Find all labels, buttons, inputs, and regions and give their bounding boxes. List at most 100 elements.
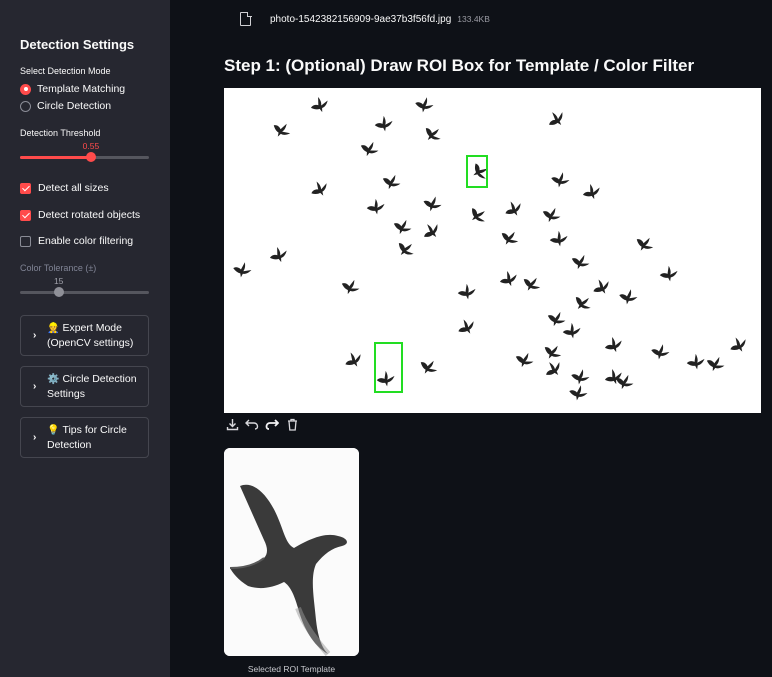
undo-icon[interactable] <box>244 417 260 431</box>
radio-label: Circle Detection <box>37 100 112 112</box>
radio-circle-detection[interactable]: Circle Detection <box>20 99 111 113</box>
worker-icon: 👷 <box>47 322 60 334</box>
checkbox-detect-all-sizes[interactable]: Detect all sizes <box>20 181 109 195</box>
bird-silhouette <box>545 308 568 330</box>
checkbox-label: Detect rotated objects <box>38 209 141 221</box>
tolerance-label: Color Tolerance (±) <box>20 263 97 273</box>
bird-silhouette <box>501 197 526 221</box>
bird-silhouette <box>454 315 479 339</box>
bird-silhouette <box>358 138 381 160</box>
page-title: Step 1: (Optional) Draw ROI Box for Temp… <box>224 56 695 75</box>
bird-silhouette <box>726 333 751 357</box>
roi-template-image <box>224 448 359 656</box>
threshold-slider[interactable] <box>20 152 149 162</box>
bird-silhouette <box>549 170 571 189</box>
bird-silhouette <box>497 268 520 290</box>
bird-silhouette <box>602 334 625 356</box>
bird-silhouette <box>413 95 435 114</box>
bird-silhouette <box>569 367 591 386</box>
bird-silhouette <box>497 226 522 250</box>
bird-silhouette <box>513 349 536 371</box>
flock-of-birds <box>231 94 751 402</box>
bird-silhouette <box>421 193 444 214</box>
expander-title: Circle Detection <box>62 372 137 385</box>
bird-silhouette <box>420 122 445 146</box>
expander-title: Expert Mode <box>62 321 122 334</box>
bird-silhouette <box>339 276 362 298</box>
bird-silhouette <box>269 118 294 142</box>
bird-silhouette <box>456 282 478 301</box>
file-icon <box>240 11 252 26</box>
bird-silhouette <box>375 369 397 388</box>
checkbox-checked-icon <box>20 182 31 194</box>
sidebar-title: Detection Settings <box>20 37 135 52</box>
bird-silhouette <box>231 260 253 279</box>
bird-silhouette <box>649 342 671 361</box>
bird-photo <box>231 94 751 402</box>
bird-silhouette <box>267 244 290 266</box>
bird-silhouette <box>419 219 444 243</box>
tolerance-slider[interactable] <box>20 287 149 297</box>
bird-silhouette <box>548 229 570 248</box>
expander-subtitle: (OpenCV settings) <box>47 336 134 349</box>
slider-fill <box>20 156 91 159</box>
bird-silhouette <box>632 232 657 256</box>
file-size: 133.4KB <box>457 14 490 24</box>
bird-silhouette <box>307 177 332 201</box>
expander-circle-settings[interactable]: › ⚙️ Circle Detection Settings <box>20 366 149 407</box>
bird-silhouette <box>308 94 331 116</box>
roi-template-caption: Selected ROI Template <box>247 664 336 674</box>
threshold-value: 0.55 <box>82 141 100 151</box>
canvas-toolbar <box>224 417 300 431</box>
bird-silhouette <box>466 203 490 228</box>
expander-circle-tips[interactable]: › 💡 Tips for Circle Detection <box>20 417 149 458</box>
bird-silhouette <box>580 181 603 203</box>
expander-subtitle: Detection <box>47 438 92 451</box>
checkbox-color-filtering[interactable]: Enable color filtering <box>20 234 133 248</box>
checkbox-label: Enable color filtering <box>38 235 134 247</box>
radio-unselected-icon <box>20 100 31 112</box>
download-icon[interactable] <box>224 417 240 431</box>
bird-silhouette <box>341 348 366 372</box>
gear-icon: ⚙️ <box>47 373 60 385</box>
bird-silhouette <box>613 371 636 393</box>
roi-drawing-canvas[interactable] <box>224 88 761 413</box>
bird-silhouette <box>380 171 403 193</box>
bird-silhouette <box>365 197 387 216</box>
checkbox-checked-icon <box>20 209 31 221</box>
checkbox-detect-rotated[interactable]: Detect rotated objects <box>20 208 140 222</box>
mode-label: Select Detection Mode <box>20 66 111 76</box>
uploaded-file-row: photo-1542382156909-9ae37b3f56fd.jpg 133… <box>240 11 490 26</box>
tolerance-value: 15 <box>53 276 64 286</box>
expander-subtitle: Settings <box>47 387 85 400</box>
roi-box[interactable] <box>374 342 403 393</box>
bird-silhouette <box>561 321 583 340</box>
bird-silhouette <box>540 340 565 364</box>
pigeon-template <box>224 448 359 656</box>
bird-silhouette <box>540 204 563 226</box>
expander-title: Tips for Circle <box>62 423 127 436</box>
lightbulb-icon: 💡 <box>47 424 60 436</box>
trash-icon[interactable] <box>284 417 300 431</box>
bird-silhouette <box>393 237 418 261</box>
bird-silhouette <box>519 272 544 296</box>
slider-thumb[interactable] <box>85 152 96 162</box>
bird-silhouette <box>589 275 614 299</box>
bird-silhouette <box>468 159 492 184</box>
bird-silhouette <box>391 216 414 238</box>
bird-silhouette <box>567 383 589 402</box>
slider-thumb[interactable] <box>53 287 64 297</box>
bird-silhouette <box>544 107 569 131</box>
bird-silhouette <box>569 251 592 273</box>
redo-icon[interactable] <box>264 417 280 431</box>
bird-silhouette <box>617 287 639 306</box>
expander-expert-mode[interactable]: › 👷 Expert Mode (OpenCV settings) <box>20 315 149 356</box>
chevron-right-icon: › <box>33 381 37 392</box>
radio-template-matching[interactable]: Template Matching <box>20 82 125 96</box>
bird-silhouette <box>570 291 595 315</box>
radio-selected-icon <box>20 83 31 95</box>
bird-silhouette <box>685 352 707 371</box>
checkbox-label: Detect all sizes <box>38 182 109 194</box>
sidebar: Detection Settings Select Detection Mode… <box>0 0 170 677</box>
bird-silhouette <box>416 355 441 379</box>
